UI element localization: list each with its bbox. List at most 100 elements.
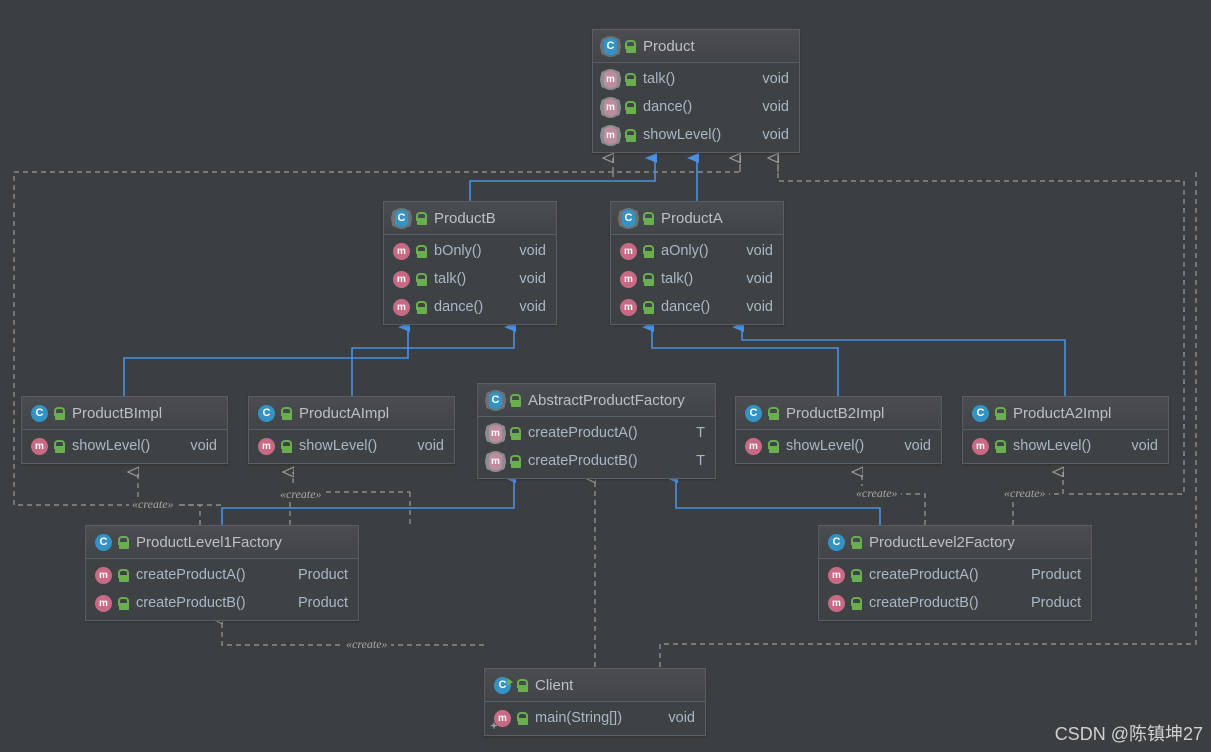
uml-member-row[interactable]: m bOnly() void (384, 237, 556, 265)
uml-member-name: showLevel() (1013, 438, 1092, 454)
method-icon: m (745, 437, 762, 455)
uml-member-type: Product (1031, 567, 1081, 583)
uml-class-name: ProductBImpl (72, 404, 163, 422)
uml-member-row[interactable]: m dance() void (593, 93, 799, 121)
abstract-method-icon: m (486, 452, 505, 470)
uml-member-row[interactable]: m createProductB() T (478, 447, 715, 475)
uml-member-row[interactable]: m showLevel() void (736, 432, 941, 460)
uml-member-name: createProductB() (136, 595, 246, 611)
public-visibility-icon (767, 406, 779, 420)
method-icon: m (620, 270, 637, 288)
uml-member-name: createProductB() (528, 453, 638, 469)
uml-class-header: C ProductBImpl (22, 397, 227, 430)
public-visibility-icon (850, 568, 862, 582)
uml-member-row[interactable]: m createProductA() T (478, 419, 715, 447)
uml-class-name: ProductLevel1Factory (136, 533, 282, 551)
uml-member-type: void (762, 71, 789, 87)
method-icon: m (620, 298, 637, 316)
uml-member-row[interactable]: m showLevel() void (249, 432, 454, 460)
public-visibility-icon (994, 406, 1006, 420)
public-visibility-icon (415, 211, 427, 225)
public-visibility-icon (850, 535, 862, 549)
uml-member-row[interactable]: m main(String[]) void (485, 704, 705, 732)
method-icon: m (620, 242, 637, 260)
uml-member-name: talk() (434, 271, 467, 287)
edge-productB-implements-product (469, 153, 657, 202)
uml-member-name: createProductB() (869, 595, 979, 611)
public-visibility-icon (509, 393, 521, 407)
uml-class-productB2Impl[interactable]: C ProductB2Impl m showLevel() void (735, 396, 942, 464)
public-visibility-icon (642, 272, 654, 286)
public-visibility-icon (117, 535, 129, 549)
uml-class-name: ProductAImpl (299, 404, 390, 422)
uml-class-productA[interactable]: C ProductA m aOnly() void m talk() void … (610, 201, 784, 325)
method-icon: m (393, 242, 410, 260)
uml-member-name: createProductA() (136, 567, 246, 583)
uml-member-row[interactable]: m createProductB() Product (819, 589, 1091, 617)
uml-member-type: void (762, 127, 789, 143)
uml-member-list: m bOnly() void m talk() void m dance() v… (384, 235, 556, 324)
uml-member-row[interactable]: m createProductA() Product (819, 561, 1091, 589)
public-visibility-icon (117, 596, 129, 610)
uml-member-row[interactable]: m talk() void (611, 265, 783, 293)
public-visibility-icon (53, 439, 65, 453)
uml-member-type: Product (298, 595, 348, 611)
uml-member-row[interactable]: m dance() void (384, 293, 556, 321)
uml-member-type: void (746, 271, 773, 287)
uml-member-row[interactable]: m talk() void (593, 65, 799, 93)
uml-member-name: dance() (643, 99, 693, 115)
uml-class-header: C ProductLevel2Factory (819, 526, 1091, 559)
uml-member-list: m createProductA() T m createProductB() … (478, 417, 715, 478)
uml-class-abstractProductFactory[interactable]: C AbstractProductFactory m createProduct… (477, 383, 716, 479)
uml-member-row[interactable]: m dance() void (611, 293, 783, 321)
uml-class-header: C Client (485, 669, 705, 702)
public-visibility-icon (624, 39, 636, 53)
uml-class-productLevel2Factory[interactable]: C ProductLevel2Factory m createProductA(… (818, 525, 1092, 621)
public-visibility-icon (642, 211, 654, 225)
uml-member-type: void (190, 438, 217, 454)
uml-member-row[interactable]: m talk() void (384, 265, 556, 293)
method-icon: m (828, 594, 845, 612)
uml-member-list: m main(String[]) void (485, 702, 705, 735)
uml-class-productA2Impl[interactable]: C ProductA2Impl m showLevel() void (962, 396, 1169, 464)
uml-member-row[interactable]: m createProductA() Product (86, 561, 358, 589)
uml-class-header: C Product (593, 30, 799, 63)
uml-member-list: m createProductA() Product m createProdu… (86, 559, 358, 620)
class-icon: C (258, 404, 275, 422)
uml-diagram-canvas: C Product m talk() void m dance() void m… (0, 0, 1211, 752)
static-method-icon: m (494, 709, 511, 727)
method-icon: m (95, 566, 112, 584)
public-visibility-icon (624, 100, 636, 114)
uml-member-row[interactable]: m createProductB() Product (86, 589, 358, 617)
class-icon: C (95, 533, 112, 551)
uml-class-name: ProductLevel2Factory (869, 533, 1015, 551)
uml-class-client[interactable]: C Client m main(String[]) void (484, 668, 706, 736)
uml-member-row[interactable]: m showLevel() void (963, 432, 1168, 460)
uml-class-productAImpl[interactable]: C ProductAImpl m showLevel() void (248, 396, 455, 464)
uml-class-productB[interactable]: C ProductB m bOnly() void m talk() void … (383, 201, 557, 325)
edge-label-create-2: «create» (277, 487, 325, 502)
uml-member-name: main(String[]) (535, 710, 623, 726)
uml-class-product[interactable]: C Product m talk() void m dance() void m… (592, 29, 800, 153)
uml-member-list: m showLevel() void (22, 430, 227, 463)
uml-member-row[interactable]: m aOnly() void (611, 237, 783, 265)
uml-class-productLevel1Factory[interactable]: C ProductLevel1Factory m createProductA(… (85, 525, 359, 621)
uml-class-header: C ProductB (384, 202, 556, 235)
uml-class-header: C ProductA (611, 202, 783, 235)
public-visibility-icon (53, 406, 65, 420)
method-icon: m (393, 298, 410, 316)
class-icon: C (31, 404, 48, 422)
abstract-method-icon: m (601, 98, 620, 116)
abstract-method-icon: m (601, 126, 620, 144)
interface-icon: C (601, 37, 620, 55)
uml-member-name: talk() (661, 271, 694, 287)
public-visibility-icon (994, 439, 1006, 453)
uml-class-productBImpl[interactable]: C ProductBImpl m showLevel() void (21, 396, 228, 464)
uml-member-list: m talk() void m dance() void m showLevel… (593, 63, 799, 152)
uml-member-row[interactable]: m showLevel() void (593, 121, 799, 149)
uml-member-row[interactable]: m showLevel() void (22, 432, 227, 460)
public-visibility-icon (415, 244, 427, 258)
method-icon: m (393, 270, 410, 288)
edge-label-create-3: «create» (853, 486, 901, 501)
method-icon: m (95, 594, 112, 612)
